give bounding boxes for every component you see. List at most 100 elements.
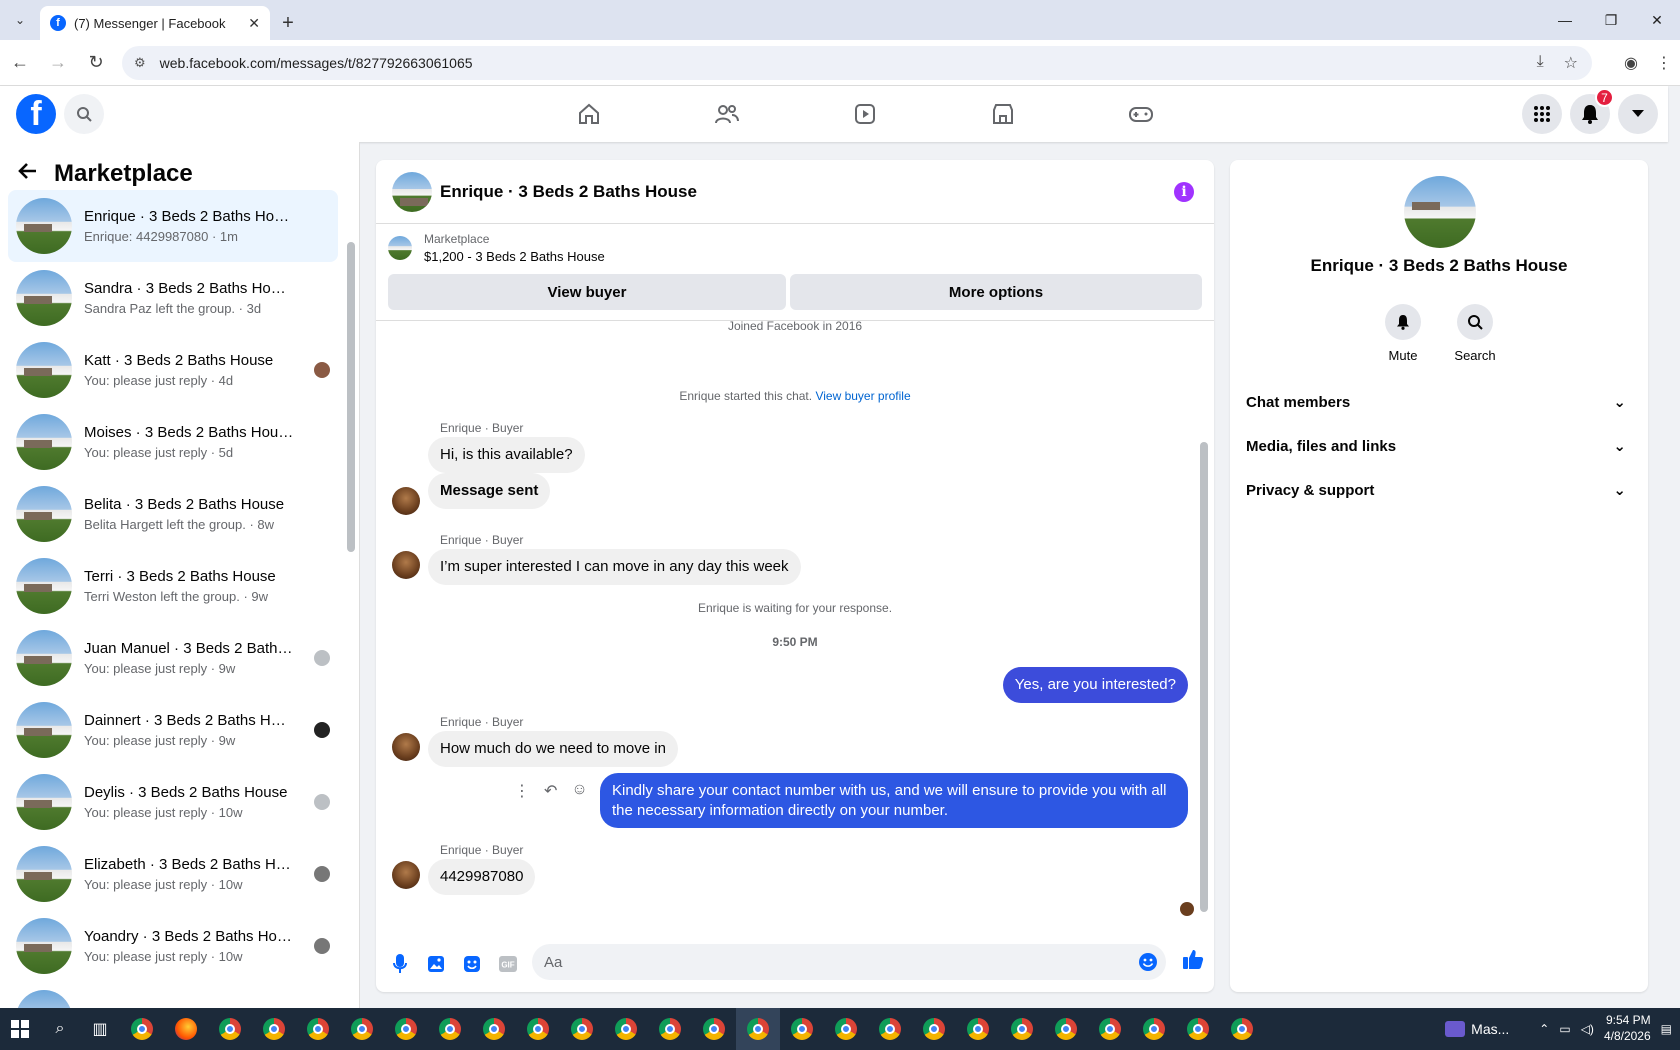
chrome-taskbar-icon[interactable] [956,1008,1000,1050]
install-icon[interactable]: ⤓ [1537,53,1544,73]
conversation-item[interactable]: Terri · 3 Beds 2 Baths House Terri Weston… [8,550,338,622]
chrome-taskbar-icon[interactable] [1132,1008,1176,1050]
clock[interactable]: 9:54 PM 4/8/2026 [1604,1013,1651,1044]
friends-icon[interactable] [658,86,796,142]
close-tab-icon[interactable]: ✕ [248,15,260,32]
conversation-item[interactable]: Yoandry · 3 Beds 2 Baths House You: pleas… [8,910,338,982]
chrome-taskbar-icon[interactable] [340,1008,384,1050]
view-buyer-button[interactable]: View buyer [388,274,786,310]
message-bubble[interactable]: Hi, is this available? [428,437,585,473]
more-actions-icon[interactable]: ⋮ [514,781,530,801]
conversation-item[interactable]: Belita · 3 Beds 2 Baths House Belita Harg… [8,478,338,550]
listing-avatar[interactable] [392,171,432,212]
search-icon[interactable] [64,94,104,134]
chrome-taskbar-icon[interactable] [560,1008,604,1050]
buyer-avatar[interactable] [392,487,420,515]
chrome-taskbar-icon[interactable] [1000,1008,1044,1050]
chrome-taskbar-icon[interactable] [604,1008,648,1050]
message-bubble[interactable]: How much do we need to move in [428,731,678,767]
chrome-taskbar-icon[interactable] [1088,1008,1132,1050]
windows-start-icon[interactable] [0,1008,40,1050]
url-input[interactable]: ⚙ web.facebook.com/messages/t/8277926630… [122,46,1592,80]
conversation-item[interactable]: Enrique · 3 Beds 2 Baths House Enrique: 4… [8,190,338,262]
my-message-bubble[interactable]: Kindly share your contact number with us… [600,773,1188,828]
close-window-icon[interactable]: ✕ [1634,0,1680,40]
thumbs-up-icon[interactable] [1182,948,1204,975]
menu-grid-icon[interactable] [1522,94,1562,134]
notification-center-icon[interactable]: ▤ [1661,1022,1672,1036]
chrome-taskbar-icon[interactable] [824,1008,868,1050]
chrome-taskbar-icon[interactable] [912,1008,956,1050]
chrome-taskbar-icon[interactable] [692,1008,736,1050]
conversation-item[interactable]: Dainnert · 3 Beds 2 Baths Hou... You: ple… [8,694,338,766]
chrome-taskbar-icon[interactable] [780,1008,824,1050]
reply-icon[interactable]: ↶ [544,781,557,801]
emoji-icon[interactable] [1138,952,1158,976]
chat-members-section[interactable]: Chat members ⌄ [1246,380,1632,424]
search-conversation-button[interactable]: Search [1454,304,1496,363]
mute-button[interactable]: Mute [1385,304,1421,363]
conversation-item[interactable]: Sandra · 3 Beds 2 Baths House Sandra Paz … [8,262,338,334]
minimize-icon[interactable]: — [1542,0,1588,40]
notifications-bell-icon[interactable]: 7 [1570,88,1614,134]
photo-icon[interactable] [418,946,454,982]
media-files-links-section[interactable]: Media, files and links ⌄ [1246,424,1632,468]
network-icon[interactable]: ▭ [1559,1022,1570,1036]
chrome-taskbar-icon[interactable] [868,1008,912,1050]
privacy-support-section[interactable]: Privacy & support ⌄ [1246,468,1632,512]
buyer-avatar[interactable] [392,861,420,889]
taskbar-search-icon[interactable]: ⌕ [40,1008,80,1050]
message-bubble[interactable]: 4429987080 [428,859,536,895]
task-view-icon[interactable]: ▥ [80,1008,120,1050]
conversation-item[interactable]: Elizabeth · 3 Beds 2 Baths Ho... You: ple… [8,838,338,910]
chrome-taskbar-icon[interactable] [648,1008,692,1050]
chrome-taskbar-icon[interactable] [384,1008,428,1050]
message-bubble[interactable]: Message sent [428,473,551,509]
reload-icon[interactable]: ↻ [78,45,114,81]
browser-menu-icon[interactable]: ⋮ [1656,53,1672,73]
chrome-taskbar-icon[interactable] [1220,1008,1264,1050]
chrome-taskbar-icon[interactable] [1044,1008,1088,1050]
chat-title[interactable]: Enrique · 3 Beds 2 Baths House [440,182,697,202]
chrome-taskbar-icon[interactable] [472,1008,516,1050]
chrome-taskbar-icon[interactable] [1176,1008,1220,1050]
new-tab-button[interactable]: + [270,6,306,40]
buyer-avatar[interactable] [392,733,420,761]
profile-icon[interactable]: ◉ [1624,53,1638,73]
more-options-button[interactable]: More options [790,274,1202,310]
gif-icon[interactable]: GIF [490,946,526,982]
microphone-icon[interactable] [382,946,418,982]
tray-chevron-icon[interactable]: ⌃ [1539,1022,1549,1036]
bookmark-star-icon[interactable]: ☆ [1564,53,1578,73]
tab-search-button[interactable]: ⌄ [0,0,40,40]
thread-scrollbar[interactable] [1200,324,1208,924]
sticker-icon[interactable] [454,946,490,982]
facebook-logo-icon[interactable]: f [16,94,56,134]
chrome-taskbar-icon[interactable] [736,1008,780,1050]
gaming-icon[interactable] [1072,86,1210,142]
chrome-taskbar-icon[interactable] [516,1008,560,1050]
firefox-taskbar-icon[interactable] [164,1008,208,1050]
chrome-taskbar-icon[interactable] [208,1008,252,1050]
restore-icon[interactable]: ❐ [1588,0,1634,40]
listing-thumbnail[interactable] [388,236,412,260]
react-emoji-icon[interactable]: ☺ [571,781,587,801]
message-bubble[interactable]: I’m super interested I can move in any d… [428,549,801,585]
site-info-icon[interactable]: ⚙ [134,55,146,71]
chrome-taskbar-icon[interactable] [252,1008,296,1050]
browser-tab[interactable]: f (7) Messenger | Facebook ✕ [40,6,270,40]
conversation-item[interactable]: Moises · 3 Beds 2 Baths House You: please… [8,406,338,478]
info-icon[interactable]: i [1174,182,1194,202]
volume-icon[interactable]: ◁) [1581,1022,1594,1036]
listing-title[interactable]: $1,200 - 3 Beds 2 Baths House [424,249,605,264]
video-icon[interactable] [796,86,934,142]
marketplace-icon[interactable] [934,86,1072,142]
list-scrollbar[interactable] [347,190,355,1008]
account-dropdown-icon[interactable] [1618,94,1658,134]
chrome-taskbar-icon[interactable] [428,1008,472,1050]
back-icon[interactable]: ← [2,45,38,81]
conversation-item[interactable]: Juan Manuel · 3 Beds 2 Baths ... You: ple… [8,622,338,694]
buyer-avatar[interactable] [392,551,420,579]
view-buyer-profile-link[interactable]: View buyer profile [815,389,910,403]
conversation-item[interactable]: Billy · 3 Beds 2 Baths House [8,982,338,1008]
